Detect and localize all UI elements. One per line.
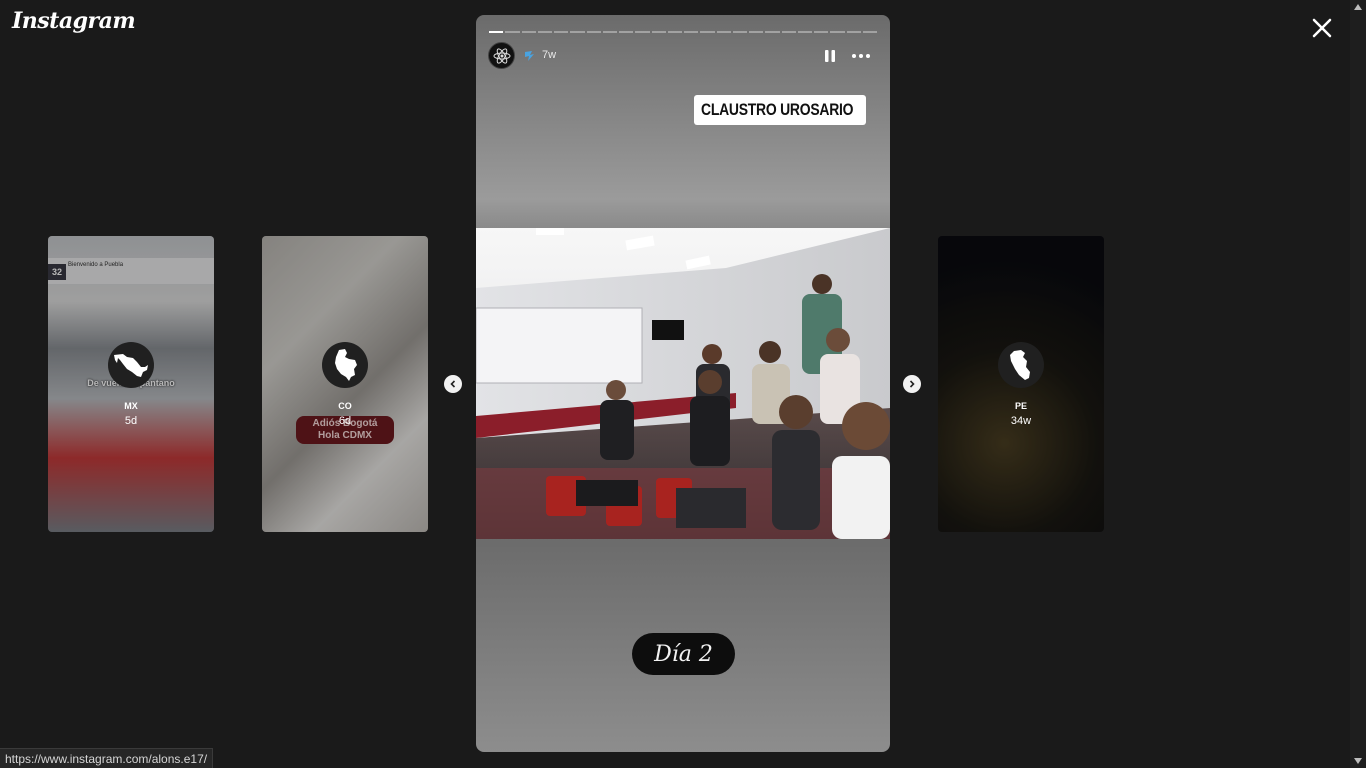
progress-segment — [797, 31, 812, 33]
story-header: 7w — [488, 42, 878, 70]
story-viewer[interactable]: 7w CLAUSTRO UROSARIO Día 2 — [476, 15, 890, 752]
progress-segment — [505, 31, 520, 33]
preview-name: CO — [338, 401, 352, 411]
location-text: CLAUSTRO UROSARIO — [701, 100, 854, 119]
progress-segment — [651, 31, 666, 33]
progress-segment — [781, 31, 796, 33]
progress-segment — [635, 31, 650, 33]
progress-segment — [570, 31, 585, 33]
classroom-photo — [476, 228, 890, 539]
progress-segment — [489, 31, 504, 33]
progress-segment — [765, 31, 780, 33]
scroll-down-arrow[interactable] — [1354, 758, 1362, 764]
scrollbar[interactable] — [1350, 0, 1366, 768]
map-peru-icon — [1010, 350, 1030, 380]
preview-name: PE — [1014, 401, 1027, 411]
close-button[interactable] — [1308, 14, 1336, 42]
preview-name: MX — [124, 401, 138, 411]
location-sticker[interactable]: CLAUSTRO UROSARIO — [694, 95, 866, 125]
close-icon — [1312, 18, 1332, 38]
story-preview-mx[interactable]: 32 Bienvenido a Puebla De vuelta al pant… — [48, 236, 214, 532]
story-preview-pe[interactable]: PE 34w — [938, 236, 1104, 532]
instagram-logo[interactable]: Instagram — [12, 8, 136, 34]
progress-segment — [667, 31, 682, 33]
next-story-button[interactable] — [903, 375, 921, 393]
previous-story-button[interactable] — [444, 375, 462, 393]
progress-segment — [700, 31, 715, 33]
story-time: 7w — [542, 49, 557, 61]
map-colombia-icon — [335, 349, 357, 381]
day-sticker-text: Día 2 — [654, 641, 713, 667]
progress-segment — [619, 31, 634, 33]
preview-time: 5d — [124, 415, 138, 427]
chevron-left-icon — [450, 380, 456, 388]
status-bar-url: https://www.instagram.com/alons.e17/ — [0, 748, 214, 768]
preview-avatar — [322, 342, 368, 388]
day-sticker: Día 2 — [632, 633, 735, 675]
progress-segment — [521, 31, 536, 33]
progress-segment — [814, 31, 829, 33]
progress-segment — [830, 31, 845, 33]
progress-segment — [602, 31, 617, 33]
preview-time: 34w — [1010, 415, 1032, 427]
preview-time: 6d — [338, 415, 352, 427]
progress-segment — [862, 31, 877, 33]
pause-icon — [825, 50, 835, 62]
more-options-button[interactable] — [850, 48, 872, 64]
progress-segment — [537, 31, 552, 33]
progress-segment — [846, 31, 861, 33]
story-avatar[interactable] — [488, 42, 515, 69]
verified-badge-icon — [525, 51, 534, 61]
progress-segment — [732, 31, 747, 33]
progress-segment — [749, 31, 764, 33]
scroll-up-arrow[interactable] — [1354, 4, 1362, 10]
chevron-right-icon — [909, 380, 915, 388]
progress-segment — [586, 31, 601, 33]
more-icon — [852, 54, 870, 58]
story-progress-bar — [489, 31, 877, 33]
story-preview-co[interactable]: Adiós Bogotá Hola CDMX CO 6d — [262, 236, 428, 532]
story-photo — [476, 228, 890, 539]
progress-segment — [554, 31, 569, 33]
progress-segment — [684, 31, 699, 33]
pause-button[interactable] — [822, 48, 838, 64]
atom-icon — [493, 47, 510, 64]
progress-segment — [716, 31, 731, 33]
map-mexico-icon — [114, 354, 148, 377]
preview-avatar — [108, 342, 154, 388]
preview-avatar — [998, 342, 1044, 388]
